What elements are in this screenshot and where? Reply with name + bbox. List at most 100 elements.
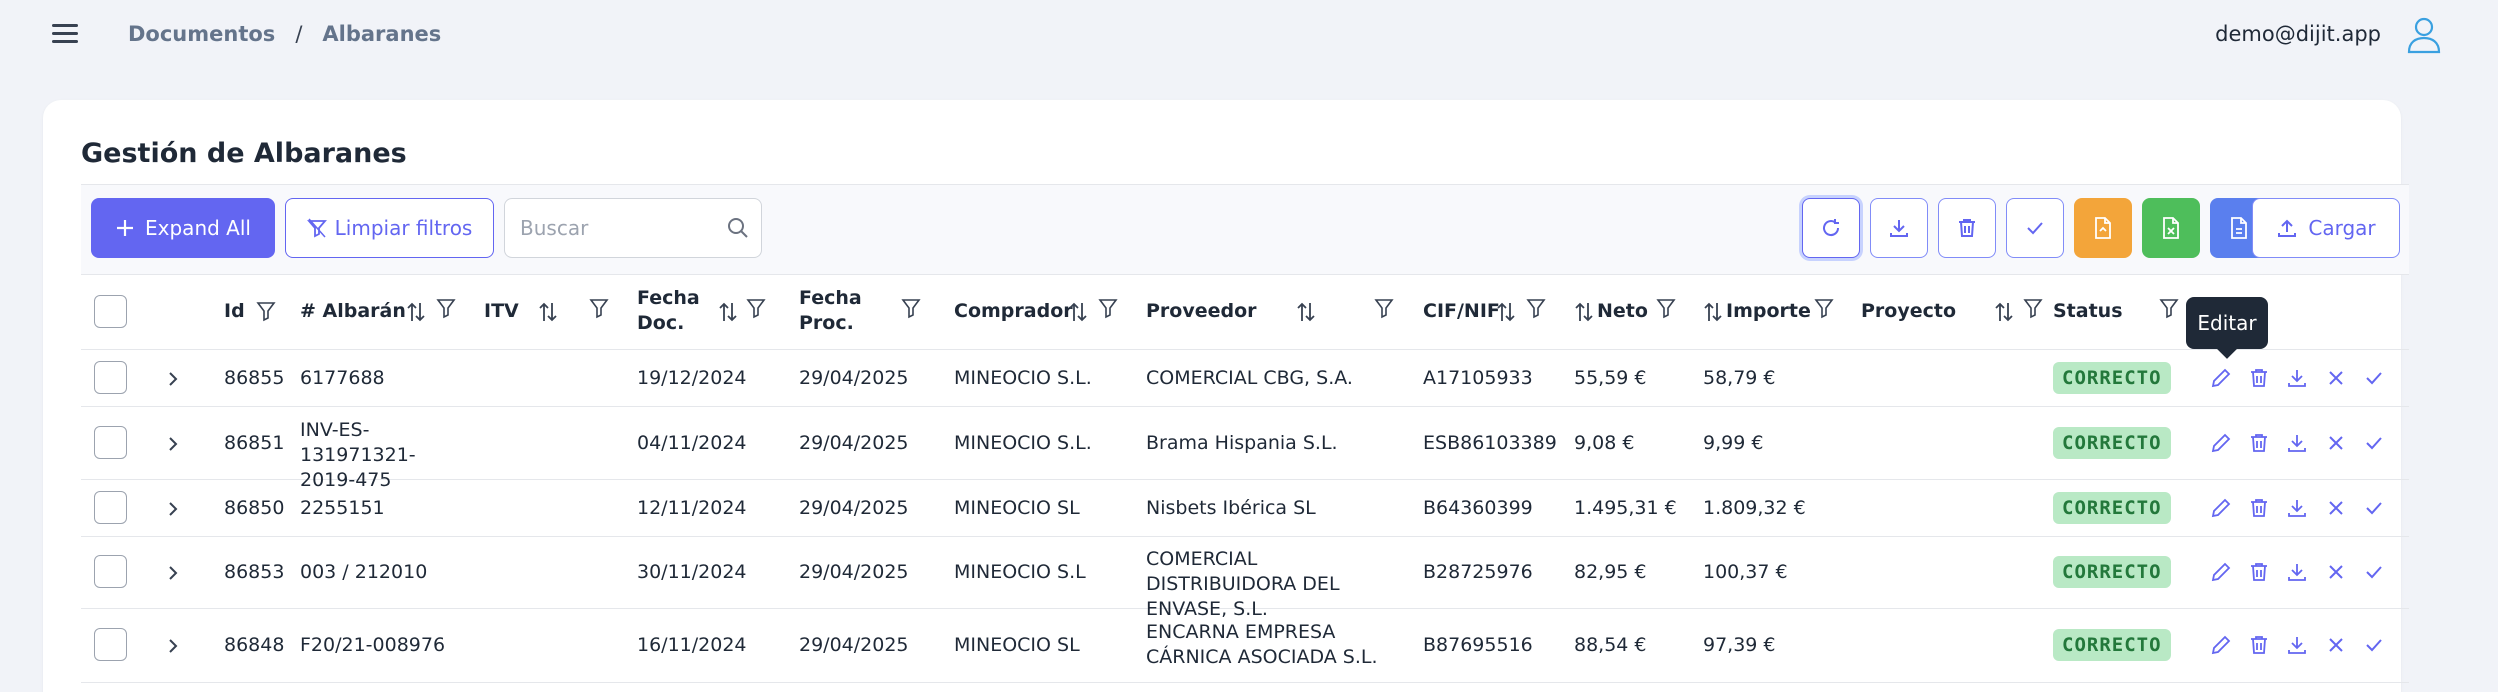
trash-icon[interactable] [2248,561,2270,583]
breadcrumb-albaranes[interactable]: Albaranes [322,22,441,46]
refresh-button[interactable] [1802,198,1860,258]
expand-all-button[interactable]: Expand All [91,198,275,258]
sort-icon[interactable] [1296,301,1316,323]
edit-icon[interactable] [2210,561,2232,583]
trash-icon[interactable] [2248,497,2270,519]
cell-id: 86853 [224,561,285,583]
user-email[interactable]: demo@dijit.app [2215,22,2381,46]
row-checkbox[interactable] [94,426,127,459]
search-input[interactable] [505,199,715,257]
cell-fecha-proc: 29/04/2025 [799,561,909,583]
download-icon[interactable] [2286,497,2308,519]
col-importe: Importe [1726,300,1811,322]
sort-icon[interactable] [1994,301,2014,323]
breadcrumb-separator: / [295,22,303,46]
filter-icon[interactable] [2023,297,2043,319]
download-icon[interactable] [2286,561,2308,583]
check-icon[interactable] [2363,561,2385,583]
sort-icon[interactable] [406,301,426,323]
chevron-right-icon[interactable] [164,500,182,518]
download-icon[interactable] [2286,634,2308,656]
download-button[interactable] [1870,198,1928,258]
trash-icon[interactable] [2248,432,2270,454]
row-checkbox[interactable] [94,628,127,661]
chevron-right-icon[interactable] [164,370,182,388]
sort-icon[interactable] [1703,301,1723,323]
cell-cif: B87695516 [1423,634,1533,656]
close-icon[interactable] [2325,432,2347,454]
check-icon[interactable] [2363,634,2385,656]
filter-icon[interactable] [1098,297,1118,319]
cell-comprador: MINEOCIO S.L. [954,367,1092,389]
cell-proveedor: COMERCIAL CBG, S.A. [1146,367,1353,389]
clear-filters-button[interactable]: Limpiar filtros [285,198,494,258]
cell-id: 86848 [224,634,285,656]
user-icon[interactable] [2404,14,2444,54]
table-row[interactable]: 86853 003 / 212010 30/11/2024 29/04/2025… [81,537,2409,620]
close-icon[interactable] [2325,367,2347,389]
trash-icon [1959,219,1975,237]
filter-icon[interactable] [436,297,456,319]
filter-icon[interactable] [1374,297,1394,319]
upload-button[interactable]: Cargar [2252,198,2400,258]
cell-fecha-doc: 12/11/2024 [637,497,747,519]
filter-icon[interactable] [901,297,921,319]
select-all-checkbox[interactable] [94,295,127,328]
breadcrumb: Documentos / Albaranes [128,22,441,46]
download-icon[interactable] [2286,432,2308,454]
trash-icon[interactable] [2248,367,2270,389]
chevron-right-icon[interactable] [164,435,182,453]
search-box [504,198,762,258]
filter-icon[interactable] [746,297,766,319]
col-cif: CIF/NIF [1423,300,1500,322]
download-icon[interactable] [2286,367,2308,389]
cell-importe: 97,39 € [1703,634,1776,656]
status-badge: CORRECTO [2053,556,2171,588]
table-row[interactable]: 86855 6177688 19/12/2024 29/04/2025 MINE… [81,350,2409,407]
cell-importe: 58,79 € [1703,367,1776,389]
cell-fecha-proc: 29/04/2025 [799,497,909,519]
download-icon [1890,220,1908,237]
chevron-right-icon[interactable] [164,637,182,655]
cell-cif: A17105933 [1423,367,1533,389]
filter-icon[interactable] [1526,297,1546,319]
table-row[interactable]: 86848 F20/21-008976 16/11/2024 29/04/202… [81,609,2409,683]
edit-icon[interactable] [2210,432,2232,454]
edit-icon[interactable] [2210,367,2232,389]
check-icon[interactable] [2363,497,2385,519]
sort-icon[interactable] [1068,301,1088,323]
filter-icon[interactable] [2159,297,2179,319]
trash-icon[interactable] [2248,634,2270,656]
cell-importe: 100,37 € [1703,561,1788,583]
close-icon[interactable] [2325,497,2347,519]
sort-icon[interactable] [1574,301,1594,323]
validate-button[interactable] [2006,198,2064,258]
filter-icon[interactable] [589,297,609,319]
check-icon[interactable] [2363,432,2385,454]
menu-icon[interactable] [52,24,78,46]
filter-icon[interactable] [1656,297,1676,319]
row-checkbox[interactable] [94,361,127,394]
edit-icon[interactable] [2210,497,2232,519]
delete-button[interactable] [1938,198,1996,258]
sort-icon[interactable] [1496,301,1516,323]
check-icon[interactable] [2363,367,2385,389]
table-row[interactable]: 86851 INV-ES-131971321-2019-475 04/11/20… [81,407,2409,491]
edit-icon[interactable] [2210,634,2232,656]
table-row[interactable]: 86850 2255151 12/11/2024 29/04/2025 MINE… [81,480,2409,537]
close-icon[interactable] [2325,561,2347,583]
filter-icon[interactable] [256,300,276,322]
sort-icon[interactable] [718,301,738,323]
chevron-right-icon[interactable] [164,564,182,582]
cell-cif: B64360399 [1423,497,1533,519]
breadcrumb-documentos[interactable]: Documentos [128,22,275,46]
export-pdf-button[interactable] [2074,198,2132,258]
sort-icon[interactable] [538,301,558,323]
export-excel-button[interactable] [2142,198,2200,258]
row-checkbox[interactable] [94,491,127,524]
search-icon[interactable] [727,217,749,239]
col-id: Id [224,300,245,322]
filter-icon[interactable] [1814,297,1834,319]
row-checkbox[interactable] [94,555,127,588]
close-icon[interactable] [2325,634,2347,656]
